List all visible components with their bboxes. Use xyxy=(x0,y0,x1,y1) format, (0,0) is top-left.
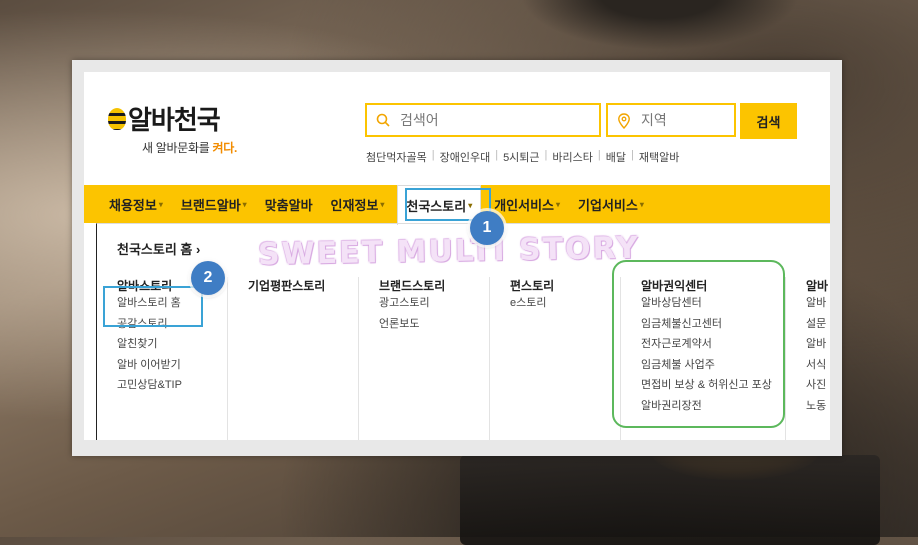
column-title[interactable]: 편스토리 xyxy=(510,277,620,293)
location-pin-icon xyxy=(617,113,631,130)
menu-link[interactable]: 사진 xyxy=(806,375,830,396)
bee-icon xyxy=(108,107,126,130)
menu-column-company-reputation: 기업평판스토리 xyxy=(228,277,359,440)
quick-link[interactable]: 바리스타 xyxy=(552,149,592,165)
divider: | xyxy=(544,149,548,161)
column-title[interactable]: 기업평판스토리 xyxy=(248,277,358,293)
caret-down-icon: ▾ xyxy=(158,199,163,209)
quick-link[interactable]: 5시퇴근 xyxy=(503,149,539,165)
menu-link[interactable]: 알바 xyxy=(806,293,830,314)
nav-talent-info[interactable]: 인재정보 ▾ xyxy=(322,185,394,223)
menu-link[interactable]: e스토리 xyxy=(510,293,620,314)
keyword-input[interactable] xyxy=(398,111,582,129)
keyword-search-box[interactable] xyxy=(365,103,601,137)
caret-down-icon: ▾ xyxy=(380,199,385,209)
caret-down-icon: ▾ xyxy=(639,199,644,209)
menu-link[interactable]: 알바 이어받기 xyxy=(117,355,227,376)
menu-link[interactable]: 알친찾기 xyxy=(117,334,227,355)
nav-custom-alba[interactable]: 맞춤알바 xyxy=(256,185,322,223)
quick-links: 첨단먹자골목 | 장애인우대 | 5시퇴근 | 바리스타 | 배달 | 재택알바 xyxy=(366,149,679,165)
divider: | xyxy=(631,149,634,161)
logo-text: 알바천국 xyxy=(128,106,221,136)
divider: | xyxy=(495,149,499,161)
step-badge-1: 1 xyxy=(470,211,504,245)
menu-link[interactable]: 알바 xyxy=(806,334,830,355)
menu-link[interactable]: 설문 xyxy=(806,314,830,335)
highlight-box-rights-center xyxy=(612,260,785,428)
nav-recruit-info[interactable]: 채용정보 ▾ xyxy=(100,185,172,223)
logo-tagline: 새 알바문화를 켜다. xyxy=(142,141,238,155)
column-title[interactable]: 브랜드스토리 xyxy=(379,277,489,293)
background-lamp xyxy=(520,0,800,50)
site-logo[interactable]: 알바천국 새 알바문화를 켜다. xyxy=(108,100,237,156)
region-input[interactable] xyxy=(639,111,733,129)
nav-brand-alba[interactable]: 브랜드알바 ▾ xyxy=(172,185,256,223)
search-icon xyxy=(376,113,390,127)
step-badge-2: 2 xyxy=(191,261,225,295)
quick-link[interactable]: 첨단먹자골목 xyxy=(366,149,427,165)
search-button[interactable]: 검색 xyxy=(740,103,797,139)
menu-column-fun-story: 편스토리 e스토리 xyxy=(490,277,621,440)
quick-link[interactable]: 장애인우대 xyxy=(440,149,491,165)
story-home-link[interactable]: 천국스토리 홈 › xyxy=(117,239,200,258)
menu-link[interactable]: 언론보도 xyxy=(379,314,489,335)
background-scale xyxy=(460,455,880,545)
caret-down-icon: ▾ xyxy=(242,199,247,209)
nav-business-service[interactable]: 기업서비스 ▾ xyxy=(569,185,653,223)
watermark-text: SWEET MULTI STORY xyxy=(257,230,641,273)
divider: | xyxy=(431,149,435,161)
column-title[interactable]: 알바 xyxy=(806,277,830,293)
divider: | xyxy=(597,149,601,161)
caret-down-icon: ▾ xyxy=(556,199,561,209)
menu-column-brand-story: 브랜드스토리 광고스토리 언론보도 xyxy=(359,277,490,440)
region-search-box[interactable] xyxy=(606,103,736,137)
menu-link[interactable]: 서식 xyxy=(806,355,830,376)
highlight-box-story xyxy=(103,286,203,327)
menu-link[interactable]: 노동 xyxy=(806,396,830,417)
menu-link[interactable]: 광고스토리 xyxy=(379,293,489,314)
menu-link[interactable]: 고민상담&TIP xyxy=(117,375,227,396)
menu-column-partial: 알바 알바 설문 알바 서식 사진 노동 xyxy=(786,277,830,440)
quick-link[interactable]: 배달 xyxy=(606,149,626,165)
quick-link[interactable]: 재택알바 xyxy=(639,149,679,165)
